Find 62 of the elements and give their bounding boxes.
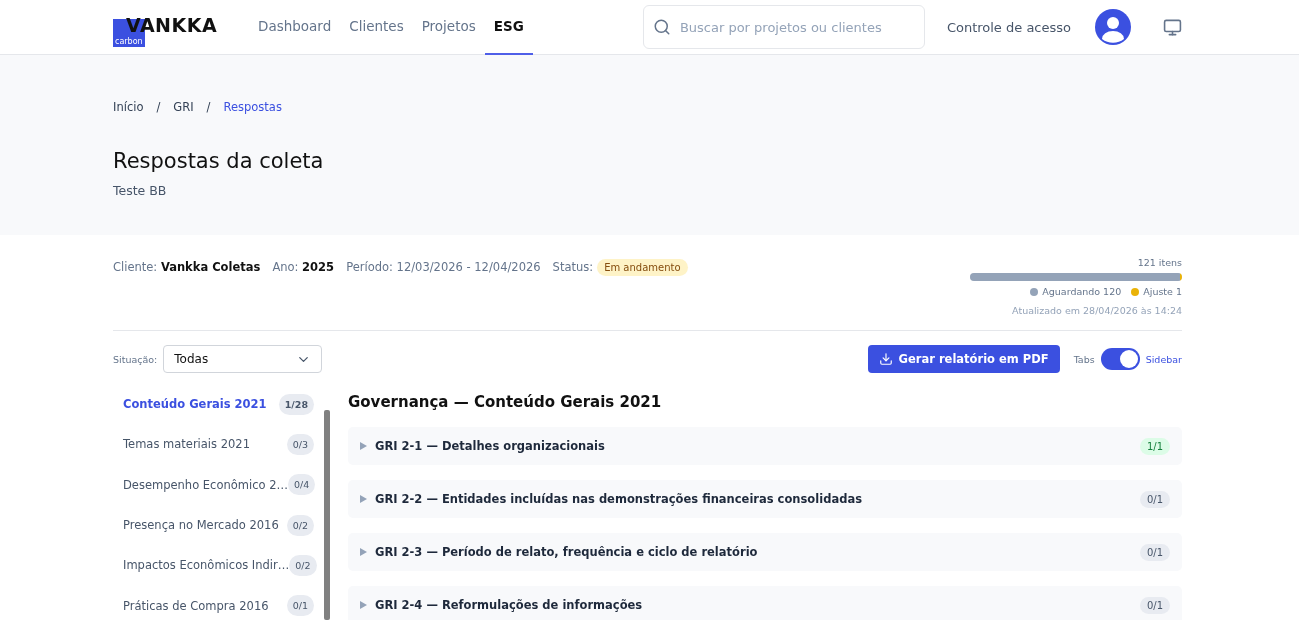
count-badge: 1/1 [1139, 437, 1170, 455]
expand-triangle-icon [360, 548, 367, 556]
page-title: Respostas da coleta [113, 149, 325, 173]
status-pill: Em andamento [597, 258, 688, 276]
updated-time: Atualizado em 28/04/2026 às 14:24 [1012, 305, 1182, 316]
toggle-label: Sidebar [1145, 353, 1182, 365]
count-badge: 0/1 [1139, 543, 1170, 561]
pdf-report-button[interactable]: Gerar relatório em PDF [867, 345, 1060, 373]
count-badge: 0/1 [1139, 490, 1170, 508]
count-badge: 0/3 [286, 434, 314, 455]
filter-label: Situação: [113, 353, 158, 365]
sidebar-item[interactable]: Desempenho Econômico 2… 0/4 [113, 470, 314, 499]
count-badge: 0/2 [289, 554, 317, 576]
accordion-row[interactable]: GRI 2-4 — Reformulações de informações 0/1 [348, 586, 1182, 620]
accordion-title: GRI 2-1 — Detalhes organizacionais [375, 439, 606, 453]
accordion-row[interactable]: GRI 2-2 — Entidades incluídas nas demonstrações financeiras consolidadas 0/1 [348, 480, 1182, 518]
count-badge: 0/1 [1139, 596, 1170, 614]
accordion-row[interactable]: GRI 2-1 — Detalhes organizacionais 1/1 [348, 427, 1182, 465]
count-badge: 0/4 [288, 474, 316, 496]
info-field: Ano: 2025 [272, 260, 335, 274]
breadcrumb-separator: / [156, 100, 161, 114]
nav-tab[interactable]: Projetos [412, 0, 485, 55]
search-icon [652, 18, 671, 36]
access-control-link[interactable]: Controle de acesso [946, 19, 1071, 35]
count-badge: 0/1 [286, 595, 314, 617]
view-switch[interactable] [1100, 348, 1140, 370]
count-badge: 1/28 [278, 393, 314, 415]
section-title: Governança — Conteúdo Gerais 2021 [348, 393, 663, 411]
info-field: Período: 12/03/2026 - 12/04/2026 [346, 260, 541, 274]
item-count: 121 itens [1137, 257, 1182, 268]
avatar-icon[interactable] [1095, 9, 1131, 45]
accordion-row[interactable]: GRI 2-3 — Período de relato, frequência e ciclo de relatório 0/1 [348, 533, 1182, 571]
expand-triangle-icon [360, 601, 367, 609]
logo-subtitle: carbon [114, 37, 143, 47]
accordion-title: GRI 2-2 — Entidades incluídas nas demonstrações financeiras consolidadas [375, 492, 863, 506]
count-badge: 0/2 [286, 514, 314, 536]
breadcrumb-separator: / [206, 100, 211, 114]
legend-label: Ajuste 1 [1143, 286, 1182, 297]
breadcrumb-link[interactable]: GRI [173, 100, 194, 114]
breadcrumb-link[interactable]: Início [113, 100, 144, 114]
nav-tab[interactable]: Clientes [340, 0, 413, 55]
scrollbar[interactable] [324, 410, 330, 620]
sidebar-item[interactable]: Presença no Mercado 2016 0/2 [113, 511, 314, 540]
accordion-title: GRI 2-3 — Período de relato, frequência e ciclo de relatório [375, 545, 759, 559]
page-subtitle: Teste BB [113, 183, 168, 198]
nav-tab[interactable]: Dashboard [249, 0, 341, 55]
legend-label: Aguardando 120 [1042, 286, 1122, 297]
breadcrumb-link[interactable]: Respostas [223, 100, 282, 114]
status-label: Status: [552, 260, 594, 274]
expand-triangle-icon [360, 495, 367, 503]
monitor-icon[interactable] [1163, 17, 1182, 37]
download-icon [878, 352, 893, 366]
toggle-label: Tabs [1073, 353, 1095, 365]
sidebar-item[interactable]: Impactos Econômicos Indir… 0/2 [113, 551, 314, 580]
sidebar-item[interactable]: Conteúdo Gerais 2021 1/28 [113, 390, 314, 419]
status-dropdown[interactable]: Todas [163, 345, 323, 373]
sidebar-item[interactable]: Temas materiais 2021 0/3 [113, 430, 314, 459]
search-field[interactable]: Buscar por projetos ou clientes [642, 5, 925, 49]
sidebar-item[interactable]: Práticas de Compra 2016 0/1 [113, 591, 314, 620]
accordion-title: GRI 2-4 — Reformulações de informações [375, 598, 644, 612]
expand-triangle-icon [360, 442, 367, 450]
info-field: Cliente: Vankka Coletas [113, 260, 261, 274]
